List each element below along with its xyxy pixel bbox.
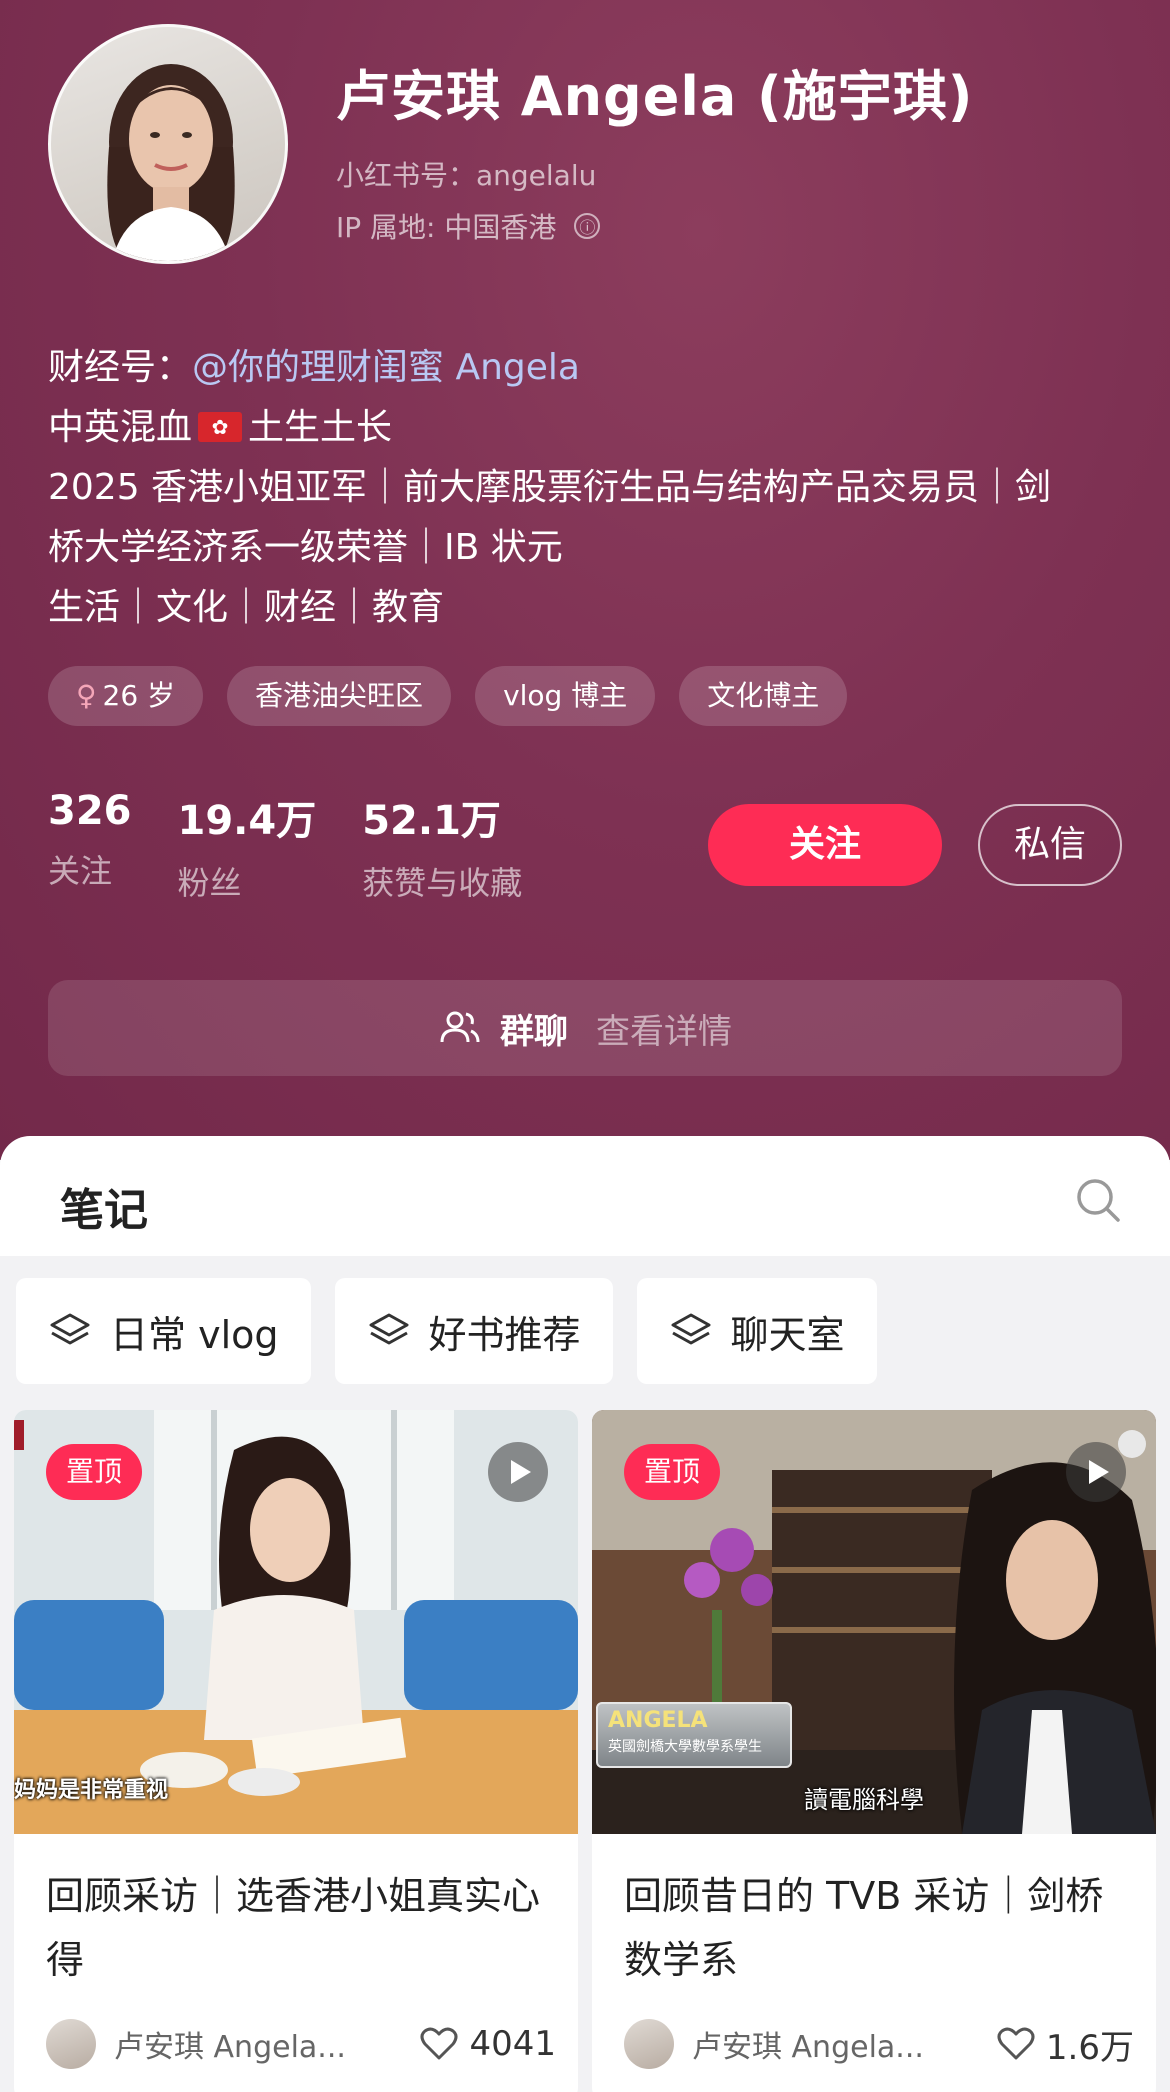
- group-chat-bar[interactable]: 群聊 查看详情: [48, 980, 1122, 1076]
- info-icon[interactable]: ⓘ: [574, 213, 601, 239]
- bio-title-line: 2025 香港小姐亚军｜前大摩股票衍生品与结构产品交易员｜剑: [48, 467, 1052, 508]
- bio-topics-line: 生活｜文化｜财经｜教育: [48, 587, 445, 628]
- follow-button[interactable]: 关注: [708, 804, 942, 886]
- note-footer: 卢安琪 Angela... 1.6万: [624, 2016, 1134, 2072]
- people-icon: [440, 1011, 480, 1043]
- stat-followers[interactable]: 19.4万 粉丝: [178, 788, 317, 904]
- stat-value: 326: [48, 788, 132, 834]
- stat-value: 52.1万: [362, 798, 501, 844]
- tag-culture-blogger[interactable]: 文化博主: [679, 666, 848, 726]
- collection-daily-vlog[interactable]: 日常 vlog: [16, 1278, 311, 1384]
- pinned-badge: 置顶: [624, 1444, 721, 1500]
- bio-education-line: 桥大学经济系一级荣誉｜IB 状元: [48, 527, 563, 568]
- author-avatar[interactable]: [624, 2019, 674, 2069]
- note-card[interactable]: ANGELA 英國劍橋大學數學系學生 讀電腦科學 置顶 回顾昔日的 TVB 采访…: [592, 1410, 1156, 2092]
- group-chat-label: 群聊: [500, 1011, 568, 1052]
- collection-book-recommendations[interactable]: 好书推荐: [334, 1278, 613, 1384]
- heart-icon: [997, 2027, 1035, 2060]
- stat-label: 关注: [48, 852, 113, 890]
- stat-value: 19.4万: [177, 798, 317, 844]
- stat-label: 粉丝: [177, 864, 242, 902]
- collection-label: 聊天室: [730, 1312, 845, 1357]
- bio-heritage-text: 中英混血: [48, 407, 193, 448]
- stat-following[interactable]: 326 关注: [48, 788, 132, 904]
- notes-panel-header: 笔记: [0, 1136, 1170, 1256]
- layers-icon: [50, 1313, 90, 1345]
- bio-hometown-text: 土生土长: [248, 407, 393, 448]
- layers-icon: [671, 1313, 711, 1345]
- video-caption: 妈妈是非常重视: [14, 1778, 169, 1803]
- hong-kong-flag-icon: [198, 412, 243, 442]
- author-avatar[interactable]: [46, 2019, 96, 2069]
- female-icon: ♀: [76, 679, 97, 712]
- bio-heritage-line: 中英混血 土生土长: [48, 398, 1128, 458]
- notes-tab[interactable]: 笔记: [60, 1174, 148, 1238]
- tv-nameplate: ANGELA 英國劍橋大學數學系學生: [596, 1702, 792, 1768]
- group-chat-detail: 查看详情: [596, 1011, 732, 1052]
- video-caption: 讀電腦科學: [804, 1786, 924, 1814]
- stat-label: 获赞与收藏: [362, 864, 523, 902]
- nameplate-subtitle: 英國劍橋大學數學系學生: [608, 1739, 762, 1755]
- bio-finance-prefix: 财经号：: [48, 347, 193, 388]
- search-icon[interactable]: [1074, 1176, 1122, 1224]
- author-name[interactable]: 卢安琪 Angela...: [114, 2022, 354, 2066]
- stat-likes-collections[interactable]: 52.1万 获赞与收藏: [362, 788, 522, 904]
- finance-account-link[interactable]: @你的理财闺蜜 Angela: [192, 347, 580, 388]
- account-id: 小红书号：angelalu: [336, 159, 597, 192]
- collection-chatroom[interactable]: 聊天室: [636, 1278, 877, 1384]
- collection-label: 好书推荐: [428, 1312, 581, 1357]
- note-title[interactable]: 回顾昔日的 TVB 采访｜剑桥数学系: [624, 1864, 1134, 1992]
- pinned-badge: 置顶: [46, 1444, 143, 1500]
- like-button[interactable]: 4041: [419, 2024, 556, 2064]
- nameplate-name: ANGELA: [608, 1708, 708, 1733]
- tag-vlog-blogger[interactable]: vlog 博主: [475, 666, 656, 726]
- note-thumbnail[interactable]: 妈妈是非常重视 置顶: [14, 1410, 578, 1834]
- profile-stats: 326 关注 19.4万 粉丝 52.1万 获赞与收藏: [48, 788, 568, 904]
- like-count: 4041: [469, 2024, 556, 2064]
- like-button[interactable]: 1.6万: [996, 2020, 1134, 2069]
- profile-name: 卢安琪 Angela (施宇琪): [336, 65, 974, 128]
- heart-icon: [420, 2027, 458, 2060]
- profile-header: 卢安琪 Angela (施宇琪) 小红书号：angelalu IP 属地: 中国…: [0, 0, 1170, 1160]
- message-button[interactable]: 私信: [978, 804, 1122, 886]
- collection-label: 日常 vlog: [110, 1312, 279, 1357]
- play-icon[interactable]: [1066, 1442, 1126, 1502]
- tag-label: 26 岁: [102, 679, 176, 712]
- note-title[interactable]: 回顾采访｜选香港小姐真实心得: [46, 1864, 556, 1992]
- profile-bio: 财经号：@你的理财闺蜜 Angela 中英混血 土生土长 2025 香港小姐亚军｜…: [48, 338, 1128, 638]
- tag-age[interactable]: ♀ 26 岁: [48, 666, 204, 726]
- profile-avatar[interactable]: [48, 24, 288, 264]
- note-thumbnail[interactable]: ANGELA 英國劍橋大學數學系學生 讀電腦科學 置顶: [592, 1410, 1156, 1834]
- collections-row: 日常 vlog 好书推荐 聊天室: [16, 1278, 877, 1384]
- author-name[interactable]: 卢安琪 Angela...: [692, 2022, 932, 2066]
- ip-location: IP 属地: 中国香港 ⓘ: [336, 206, 601, 246]
- ip-location-text: IP 属地: 中国香港: [336, 211, 557, 244]
- like-count: 1.6万: [1045, 2027, 1134, 2068]
- profile-tags: ♀ 26 岁 香港油尖旺区 vlog 博主 文化博主: [48, 666, 848, 726]
- note-footer: 卢安琪 Angela... 4041: [46, 2016, 556, 2072]
- tag-location[interactable]: 香港油尖旺区: [227, 666, 452, 726]
- play-icon[interactable]: [488, 1442, 548, 1502]
- note-card[interactable]: 妈妈是非常重视 置顶 回顾采访｜选香港小姐真实心得 卢安琪 Angela... …: [14, 1410, 578, 2092]
- layers-icon: [369, 1313, 408, 1345]
- bio-finance-line: 财经号：@你的理财闺蜜 Angela: [48, 338, 1128, 398]
